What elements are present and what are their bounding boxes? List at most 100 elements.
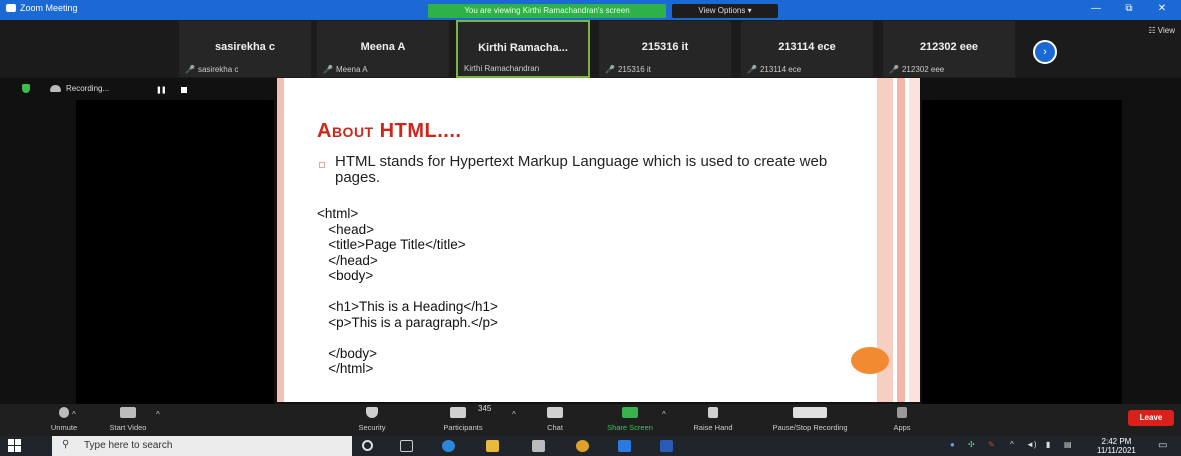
security-label: Security: [358, 423, 386, 432]
participant-tile-active-speaker[interactable]: Kirthi Ramacha... Kirthi Ramachandran: [456, 20, 590, 78]
participant-name: 213114 ece: [759, 65, 802, 74]
participant-name: Kirthi Ramachandran: [464, 64, 540, 73]
taskbar-clock[interactable]: 2:42 PM 11/11/2021: [1097, 437, 1136, 455]
clock-date: 11/11/2021: [1097, 446, 1136, 455]
apps-label: Apps: [893, 423, 911, 432]
participant-display-name: 213114 ece: [778, 41, 836, 53]
participant-tile[interactable]: 215316 it 🎤 215316 it: [598, 20, 732, 78]
muted-mic-icon: 🎤: [747, 65, 757, 74]
participant-tile[interactable]: 212302 eee 🎤 212302 eee: [882, 20, 1016, 78]
taskbar-search-box[interactable]: ⚲ Type here to search: [52, 436, 352, 456]
participant-display-name: Kirthi Ramacha...: [478, 42, 568, 54]
slide-right-decoration: [909, 78, 920, 402]
tray-zoom-icon[interactable]: ●: [950, 440, 955, 449]
word-icon[interactable]: [660, 440, 673, 452]
cloud-recording-icon: [50, 85, 61, 92]
participant-name: 212302 eee: [901, 65, 945, 74]
security-button[interactable]: Security: [346, 404, 398, 436]
windows-taskbar: ⚲ Type here to search ● ✣ ✎ ^ ◄) ▮ ▤ 2:4…: [0, 436, 1181, 456]
edge-browser-icon[interactable]: [442, 440, 455, 452]
pause-recording-icon[interactable]: ❚❚: [156, 86, 167, 94]
unmute-button[interactable]: Unmute: [36, 404, 92, 436]
app-title: Zoom Meeting: [6, 3, 78, 13]
search-icon: ⚲: [62, 439, 70, 450]
slide-decorative-circle: [851, 347, 889, 374]
share-screen-label: Share Screen: [607, 423, 653, 432]
maximize-button[interactable]: ⧉: [1117, 3, 1141, 14]
store-icon[interactable]: [532, 440, 545, 452]
cortana-icon[interactable]: [362, 440, 373, 451]
stop-recording-icon[interactable]: [181, 87, 187, 93]
muted-microphone-icon: [59, 407, 69, 418]
raise-hand-icon: [708, 407, 718, 418]
zoom-logo-icon: [6, 4, 16, 12]
clock-time: 2:42 PM: [1101, 437, 1132, 446]
viewing-screen-banner: You are viewing Kirthi Ramachandran's sc…: [428, 4, 666, 18]
participant-name: 215316 it: [617, 65, 651, 74]
recording-label: Recording...: [66, 84, 110, 93]
leave-button[interactable]: Leave: [1128, 410, 1174, 426]
muted-mic-icon: 🎤: [889, 65, 899, 74]
zoom-taskbar-icon[interactable]: [618, 440, 631, 452]
participant-name: Meena A: [335, 65, 368, 74]
start-video-label: Start Video: [109, 423, 147, 432]
video-off-icon: [120, 407, 136, 418]
chevron-up-icon[interactable]: ^: [512, 410, 516, 419]
participant-tile[interactable]: Meena A 🎤 Meena A: [316, 20, 450, 78]
raise-hand-label: Raise Hand: [693, 423, 733, 432]
next-page-arrow-icon[interactable]: ›: [1033, 40, 1057, 64]
pause-stop-recording-label: Pause/Stop Recording: [772, 423, 848, 432]
search-placeholder: Type here to search: [84, 440, 173, 451]
participants-label: Participants: [443, 423, 483, 432]
chevron-up-icon[interactable]: ^: [72, 410, 76, 419]
letterbox-left: [76, 100, 274, 404]
volume-icon[interactable]: ◄): [1026, 440, 1037, 449]
participant-tile[interactable]: 213114 ece 🎤 213114 ece: [740, 20, 874, 78]
battery-icon[interactable]: ▮: [1046, 440, 1050, 449]
tray-app-icon[interactable]: ✎: [988, 440, 995, 449]
participant-tile[interactable]: sasirekha c 🎤 sasirekha c: [178, 20, 312, 78]
task-view-icon[interactable]: [400, 440, 413, 452]
chrome-browser-icon[interactable]: [576, 440, 589, 452]
shield-icon: [22, 84, 30, 93]
chevron-up-icon[interactable]: ^: [156, 410, 160, 419]
participant-name: sasirekha c: [197, 65, 239, 74]
windows-start-icon[interactable]: [8, 439, 21, 452]
view-options-button[interactable]: View Options ▾: [672, 4, 778, 18]
participant-display-name: 215316 it: [641, 41, 689, 53]
apps-button[interactable]: Apps: [882, 404, 922, 436]
participant-display-name: 212302 eee: [919, 41, 979, 53]
file-explorer-icon[interactable]: [486, 440, 499, 452]
window-titlebar: Zoom Meeting You are viewing Kirthi Rama…: [0, 0, 1181, 20]
meeting-controls-bar: Unmute ^ Start Video ^ Security Particip…: [0, 404, 1181, 436]
shared-slide: About HTML.... HTML stands for Hypertext…: [277, 78, 920, 402]
start-video-button[interactable]: Start Video: [98, 404, 158, 436]
unmute-label: Unmute: [50, 423, 78, 432]
chevron-up-icon[interactable]: ^: [662, 410, 666, 419]
pause-stop-icon: [793, 407, 827, 418]
share-screen-button[interactable]: Share Screen: [598, 404, 662, 436]
apps-icon: [897, 407, 907, 418]
view-layout-button[interactable]: ☷ View: [1148, 26, 1175, 35]
minimize-button[interactable]: —: [1084, 3, 1108, 14]
network-icon[interactable]: ▤: [1064, 440, 1072, 449]
chat-label: Chat: [547, 423, 563, 432]
security-shield-icon: [366, 407, 378, 418]
muted-mic-icon: 🎤: [323, 65, 333, 74]
raise-hand-button[interactable]: Raise Hand: [684, 404, 742, 436]
bullet-icon: [319, 162, 325, 168]
slide-title: About HTML....: [317, 120, 462, 142]
close-button[interactable]: ✕: [1150, 3, 1174, 14]
letterbox-right: [922, 100, 1122, 404]
participant-strip: sasirekha c 🎤 sasirekha c Meena A 🎤 Meena …: [0, 20, 1181, 78]
chat-button[interactable]: Chat: [532, 404, 578, 436]
tray-app-icon[interactable]: ✣: [968, 440, 975, 449]
chat-icon: [547, 407, 563, 418]
share-screen-icon: [622, 407, 638, 418]
participant-display-name: Meena A: [360, 41, 406, 53]
slide-right-decoration: [897, 78, 905, 402]
pause-stop-recording-button[interactable]: Pause/Stop Recording: [754, 404, 866, 436]
chevron-up-icon[interactable]: ^: [1010, 440, 1014, 449]
muted-mic-icon: 🎤: [605, 65, 615, 74]
notifications-icon[interactable]: ▭: [1158, 440, 1167, 451]
